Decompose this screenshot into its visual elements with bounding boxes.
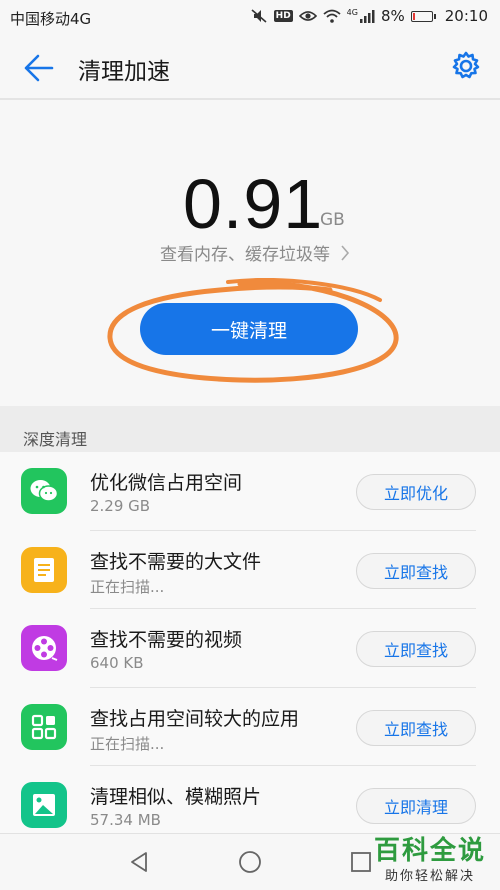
find-button[interactable]: 立即查找 xyxy=(356,631,476,668)
storage-summary: 0.91 GB 查看内存、缓存垃圾等 一键清理 xyxy=(0,100,500,406)
view-details-label: 查看内存、缓存垃圾等 xyxy=(160,245,330,265)
item-title: 优化微信占用空间 xyxy=(90,472,243,494)
item-title: 清理相似、模糊照片 xyxy=(90,786,262,809)
item-subtitle: 57.34 MB xyxy=(90,811,161,830)
find-button[interactable]: 立即查找 xyxy=(356,552,476,589)
signal-icon xyxy=(359,10,375,23)
mute-icon xyxy=(251,9,267,23)
clock: 20:10 xyxy=(444,7,488,25)
view-details-link[interactable]: 查看内存、缓存垃圾等 xyxy=(160,240,350,265)
battery-icon xyxy=(410,10,436,22)
item-title: 查找占用空间较大的应用 xyxy=(90,707,300,730)
item-subtitle: 正在扫描... xyxy=(90,734,165,753)
status-icons: HD 4G 8% 20:10 xyxy=(250,7,488,25)
junk-size-unit: GB xyxy=(320,210,345,230)
document-icon xyxy=(21,546,67,593)
list-item-large-files[interactable]: 查找不需要的大文件 正在扫描... 立即查找 xyxy=(0,531,500,610)
title-bar: 清理加速 xyxy=(0,34,500,100)
hd-icon: HD xyxy=(273,10,293,22)
deep-clean-section-header: 深度清理 xyxy=(0,406,500,452)
section-title: 深度清理 xyxy=(23,430,88,449)
list-item-wechat[interactable]: 优化微信占用空间 2.29 GB 立即优化 xyxy=(0,452,500,531)
battery-percent: 8% xyxy=(380,7,405,25)
nav-home-icon[interactable] xyxy=(238,850,262,874)
find-button[interactable]: 立即查找 xyxy=(356,709,476,746)
item-title: 查找不需要的大文件 xyxy=(90,550,262,573)
eye-icon xyxy=(298,11,317,21)
nav-recent-icon[interactable] xyxy=(350,851,372,873)
network-type-label: 4G xyxy=(346,7,358,17)
back-button[interactable] xyxy=(20,50,56,86)
item-subtitle: 640 KB xyxy=(90,654,144,673)
watermark-title: 百科全说 xyxy=(373,836,486,866)
item-subtitle: 2.29 GB xyxy=(90,497,151,515)
status-bar: 中国移动4G HD 4G 8% 20:10 xyxy=(0,0,500,34)
apps-grid-icon xyxy=(21,703,67,750)
deep-clean-list: 优化微信占用空间 2.29 GB 立即优化 查找不需要的大文件 正在扫描... … xyxy=(0,452,500,845)
video-reel-icon xyxy=(21,625,67,672)
wechat-icon xyxy=(21,468,67,514)
carrier-label: 中国移动4G xyxy=(10,10,92,28)
item-title: 查找不需要的视频 xyxy=(90,629,243,652)
junk-size-value: 0.91 xyxy=(183,165,324,243)
list-item-videos[interactable]: 查找不需要的视频 640 KB 立即查找 xyxy=(0,609,500,688)
watermark: 百科全说 助你轻松解决 xyxy=(374,830,486,884)
photo-icon xyxy=(21,782,67,829)
clean-button[interactable]: 立即清理 xyxy=(356,788,476,825)
gear-icon xyxy=(452,51,480,79)
optimize-button[interactable]: 立即优化 xyxy=(356,474,476,510)
chevron-right-icon xyxy=(341,244,350,261)
watermark-subtitle: 助你轻松解决 xyxy=(384,869,475,884)
settings-button[interactable] xyxy=(450,50,482,82)
page-title: 清理加速 xyxy=(78,59,170,85)
list-item-large-apps[interactable]: 查找占用空间较大的应用 正在扫描... 立即查找 xyxy=(0,688,500,767)
nav-back-icon[interactable] xyxy=(128,850,152,874)
one-tap-clean-button[interactable]: 一键清理 xyxy=(140,303,358,355)
item-subtitle: 正在扫描... xyxy=(90,577,165,596)
arrow-left-icon xyxy=(24,54,54,82)
wifi-icon xyxy=(323,9,341,23)
